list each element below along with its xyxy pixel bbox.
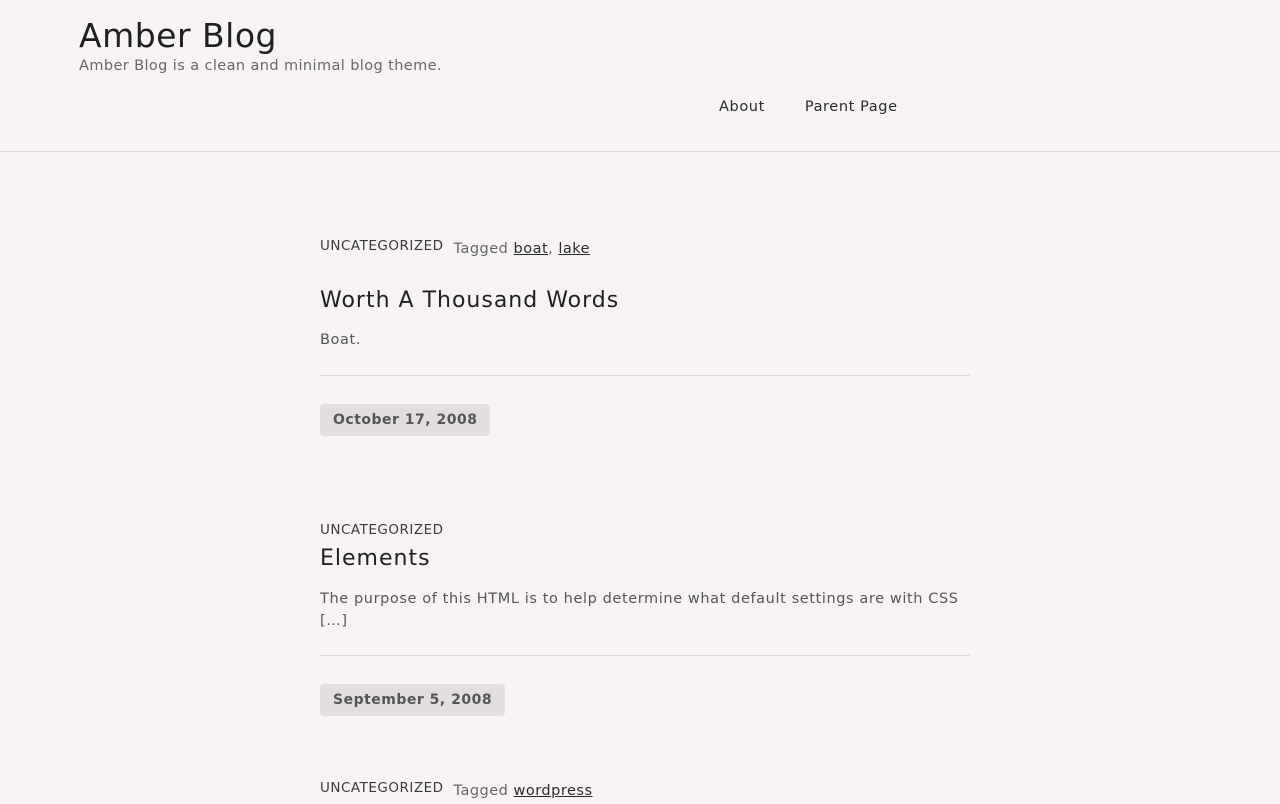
post-tags: Tagged wordpress — [454, 783, 593, 799]
post-title-link[interactable]: Elements — [320, 544, 970, 574]
nav-link-about[interactable]: About — [719, 97, 765, 117]
post-meta: UNCATEGORIZED Tagged boat, lake — [320, 238, 970, 262]
post-date-link[interactable]: October 17, 2008 — [320, 404, 491, 436]
post-divider — [320, 655, 970, 656]
post-divider — [320, 375, 970, 376]
post-entry: UNCATEGORIZED Tagged wordpress — [320, 780, 970, 804]
tagged-label: Tagged — [453, 783, 509, 799]
main-navigation: About Parent Page — [719, 97, 898, 117]
post-category-link[interactable]: UNCATEGORIZED — [320, 780, 444, 796]
post-tags: Tagged boat, lake — [453, 241, 591, 257]
tagged-label: Tagged — [453, 241, 509, 257]
tag-link-wordpress[interactable]: wordpress — [514, 783, 593, 799]
site-description: Amber Blog is a clean and minimal blog t… — [79, 58, 442, 74]
post-entry: UNCATEGORIZED Tagged boat, lake Worth A … — [320, 238, 970, 436]
site-title[interactable]: Amber Blog — [79, 16, 277, 56]
site-header: Amber Blog Amber Blog is a clean and min… — [0, 0, 1280, 152]
post-excerpt: The purpose of this HTML is to help dete… — [320, 591, 959, 629]
post-excerpt: Boat. — [320, 332, 361, 348]
tag-link-boat[interactable]: boat — [514, 241, 549, 257]
post-meta: UNCATEGORIZED Tagged wordpress — [320, 780, 970, 804]
post-category-link[interactable]: UNCATEGORIZED — [320, 522, 444, 538]
post-meta: UNCATEGORIZED — [320, 522, 970, 546]
post-entry: UNCATEGORIZED Elements The purpose of th… — [320, 522, 970, 716]
nav-link-parent-page[interactable]: Parent Page — [805, 97, 898, 117]
post-category-link[interactable]: UNCATEGORIZED — [320, 238, 444, 254]
post-date-link[interactable]: September 5, 2008 — [320, 684, 506, 716]
tag-link-lake[interactable]: lake — [558, 241, 590, 257]
post-title-link[interactable]: Worth A Thousand Words — [320, 286, 970, 316]
